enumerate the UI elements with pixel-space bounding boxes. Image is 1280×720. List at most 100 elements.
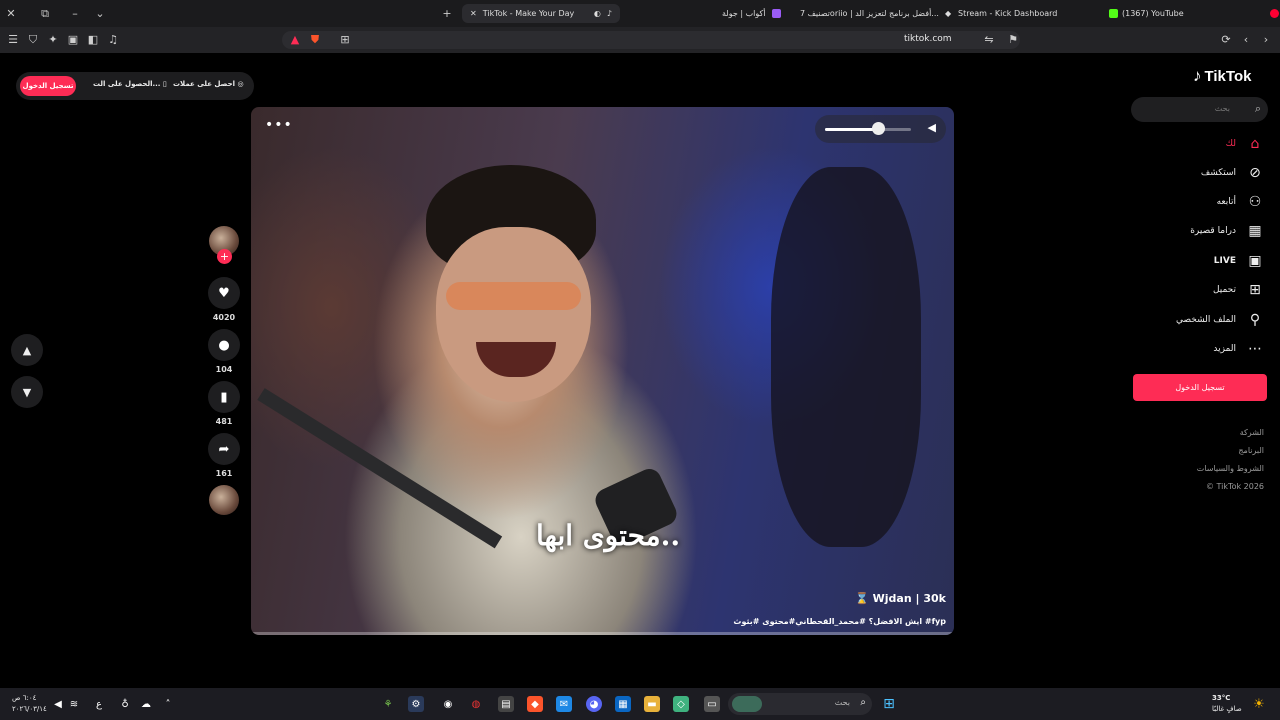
app-icon-2[interactable]: ◇ xyxy=(673,696,689,712)
file-explorer-icon[interactable]: ▬ xyxy=(644,696,660,712)
taskbar-search[interactable]: بحث ⌕ xyxy=(728,693,872,715)
volume-knob[interactable] xyxy=(872,122,886,135)
footer-program-link[interactable]: البرنامج xyxy=(1238,446,1264,455)
clock-date[interactable]: ٢٠٢٦/٠٣/١٤ xyxy=(12,705,47,713)
minimize-window-icon[interactable]: – xyxy=(64,0,86,27)
tiktok-note-icon: ♪ xyxy=(1193,66,1202,85)
close-tab-icon[interactable]: ✕ xyxy=(470,9,477,18)
volume-icon[interactable]: ◀ xyxy=(50,696,66,712)
login-button[interactable]: تسجيل الدخول xyxy=(1133,374,1267,401)
sound-disc-avatar[interactable] xyxy=(209,485,239,515)
speaker-icon[interactable]: ◀ xyxy=(928,121,936,134)
music-icon[interactable]: ♫ xyxy=(106,33,120,47)
weather-sun-icon[interactable]: ☀ xyxy=(1251,696,1267,712)
video-author[interactable]: ⌛ Wjdan | 30k xyxy=(855,592,946,605)
sidebar-item-upload[interactable]: تحميل ⊞ xyxy=(1213,280,1264,300)
weather-temp[interactable]: 33°C xyxy=(1212,694,1230,702)
phone-icon: ▯ xyxy=(162,80,167,88)
live-icon: ▣ xyxy=(1248,253,1262,269)
login-button-top[interactable]: تسجيل الدخول xyxy=(20,76,76,96)
footer-company-link[interactable]: الشركة xyxy=(1240,428,1264,437)
save-button[interactable]: ▮ xyxy=(208,381,240,413)
obs-icon[interactable]: ◉ xyxy=(440,696,456,712)
browser-tab-strip: ✕ ⧉ – ⌄ + ✕ TikTok - Make Your Day ◐ ♪ أ… xyxy=(0,0,1280,27)
task-view-icon[interactable]: ▭ xyxy=(704,696,720,712)
mail-icon[interactable]: ✉ xyxy=(556,696,572,712)
microphone-icon[interactable]: ♁ xyxy=(117,696,133,712)
volume-slider[interactable] xyxy=(825,128,911,131)
back-icon[interactable]: ‹ xyxy=(1239,33,1253,47)
site-settings-icon[interactable]: ⇋ xyxy=(982,33,996,47)
tab-title: أكواب | جولة xyxy=(722,9,766,18)
tab-aqwab[interactable]: أكواب | جولة xyxy=(714,4,789,23)
language-indicator[interactable]: ع xyxy=(91,696,107,712)
search-input[interactable]: بحث ⌕ xyxy=(1131,97,1268,122)
url-text: tiktok.com xyxy=(904,34,952,44)
tabs-icon[interactable]: ▣ xyxy=(66,33,80,47)
tiktok-logo[interactable]: ♪ TikTok xyxy=(1193,66,1251,86)
tab-kick[interactable]: Stream - Kick Dashboard xyxy=(950,4,1126,23)
brave-browser-icon[interactable]: ◆ xyxy=(527,696,543,712)
wifi-icon[interactable]: ≋ xyxy=(66,696,82,712)
top-actions-pill: تسجيل الدخول الحصول على الت... ▯ احصل عل… xyxy=(16,72,254,100)
logo-text: TikTok xyxy=(1204,67,1252,85)
menu-icon[interactable]: ☰ xyxy=(6,33,20,47)
reader-icon[interactable]: ⊞ xyxy=(338,33,352,47)
like-button[interactable]: ♥ xyxy=(208,277,240,309)
shield-icon[interactable]: ⛉ xyxy=(26,33,40,47)
windows-start-icon[interactable]: ⊞ xyxy=(881,696,897,712)
audio-icon[interactable]: ◐ xyxy=(594,9,601,18)
tiktok-page: تسجيل الدخول الحصول على الت... ▯ احصل عل… xyxy=(0,53,1280,688)
video-player[interactable]: ••• ◀ محتوى ابها.. ⌛ Wjdan | 30k ايش الا… xyxy=(251,107,954,635)
sidebar-item-more[interactable]: المزيد ⋯ xyxy=(1213,339,1264,359)
cloud-sync-icon[interactable]: ☁ xyxy=(138,696,154,712)
tab-tiktok[interactable]: ✕ TikTok - Make Your Day ◐ ♪ xyxy=(462,4,620,23)
sidebar-icon[interactable]: ◧ xyxy=(86,33,100,47)
clock-time[interactable]: ٦:٠٤ ص xyxy=(12,694,36,702)
sidebar-item-short-drama[interactable]: دراما قصيرة ▦ xyxy=(1190,221,1264,241)
close-window-icon[interactable]: ✕ xyxy=(0,0,22,27)
home-icon: ⌂ xyxy=(1250,136,1260,152)
restore-window-icon[interactable]: ⧉ xyxy=(34,0,56,27)
volume-control[interactable]: ◀ xyxy=(815,115,946,143)
sidebar-item-foryou[interactable]: لك ⌂ xyxy=(1226,134,1264,154)
sidebar-item-profile[interactable]: الملف الشخصي ⚲ xyxy=(1176,310,1264,330)
search-icon[interactable]: ⌕ xyxy=(1255,102,1261,116)
weather-desc[interactable]: صافٍ غالبًا xyxy=(1212,705,1242,713)
get-coins-link[interactable]: احصل على عملات ◎ xyxy=(173,80,244,88)
video-progress-bar[interactable] xyxy=(251,632,954,635)
app-icon-1[interactable]: ⚘ xyxy=(380,696,396,712)
bookmark-icon[interactable]: ⚑ xyxy=(1006,33,1020,47)
tab-title: TikTok - Make Your Day xyxy=(482,9,575,18)
brave-shield-icon[interactable]: ⛊ xyxy=(308,33,322,47)
address-bar: ☰ ⛉ ✦ ▣ ◧ ♫ ▲ ⛊ ⊞ ⇋ ⚑ tiktok.com ⟳ ‹ › xyxy=(0,27,1280,53)
sidebar-item-live[interactable]: LIVE ▣ xyxy=(1214,251,1264,271)
tray-overflow-icon[interactable]: ˄ xyxy=(160,696,176,712)
tab-youtube[interactable]: (1367) YouTube xyxy=(1114,4,1280,23)
footer-terms-link[interactable]: الشروط والسياسات xyxy=(1197,464,1264,473)
more-options-icon[interactable]: ••• xyxy=(265,117,293,133)
tab-ranking[interactable]: تصنيف 7oriio | أفضل برنامج لتعزيز الد...… xyxy=(792,4,959,23)
save-count: 481 xyxy=(215,417,233,426)
share-button[interactable]: ➦ xyxy=(208,433,240,465)
like-count: 4020 xyxy=(212,313,236,322)
sidebar-item-explore[interactable]: استكشف ⊘ xyxy=(1201,163,1264,183)
sidebar-item-following[interactable]: أتابعه ⚇ xyxy=(1217,192,1264,212)
comment-button[interactable]: ● xyxy=(208,329,240,361)
get-coins-label: احصل على عملات xyxy=(173,80,236,88)
reload-icon[interactable]: ⟳ xyxy=(1219,33,1233,47)
follow-plus-icon[interactable]: + xyxy=(217,249,232,264)
recorder-icon[interactable]: ◍ xyxy=(468,696,484,712)
store-icon[interactable]: ▦ xyxy=(615,696,631,712)
new-tab-icon[interactable]: + xyxy=(436,0,458,27)
next-video-button[interactable]: ▼ xyxy=(11,376,43,408)
extensions-icon[interactable]: ✦ xyxy=(46,33,60,47)
forward-icon[interactable]: › xyxy=(1259,33,1273,47)
steam-icon[interactable]: ⚙ xyxy=(408,696,424,712)
previous-video-button[interactable]: ▲ xyxy=(11,334,43,366)
notes-icon[interactable]: ▤ xyxy=(498,696,514,712)
get-app-link[interactable]: الحصول على الت... ▯ xyxy=(93,80,167,88)
brave-rewards-icon[interactable]: ▲ xyxy=(288,33,302,47)
discord-icon[interactable]: ◕ xyxy=(586,696,602,712)
tab-list-icon[interactable]: ⌄ xyxy=(89,0,111,27)
